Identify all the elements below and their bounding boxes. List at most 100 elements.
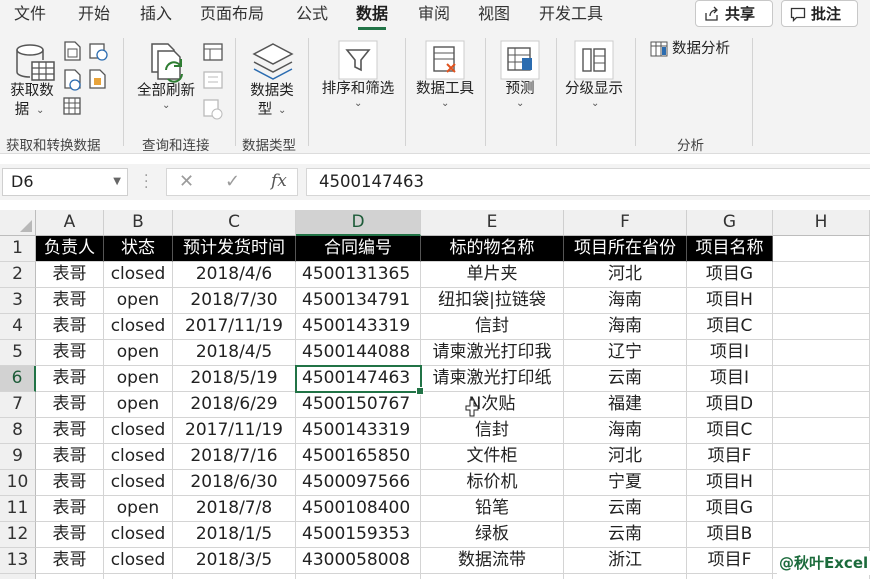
table-cell[interactable]: 2018/7/8 xyxy=(173,496,296,522)
column-header-a[interactable]: A xyxy=(36,210,104,236)
empty-cell[interactable] xyxy=(773,288,870,314)
table-cell[interactable]: 信封 xyxy=(421,314,564,340)
column-header-e[interactable]: E xyxy=(421,210,564,236)
table-cell[interactable]: 4500134791 xyxy=(296,288,421,314)
data-analysis-icon[interactable] xyxy=(650,41,668,57)
header-cell[interactable]: 项目所在省份 xyxy=(564,236,687,262)
table-cell[interactable]: 绿板 xyxy=(421,522,564,548)
empty-cell[interactable] xyxy=(36,574,104,579)
row-header[interactable]: 13 xyxy=(0,548,36,574)
refresh-all-label[interactable]: 全部刷新 xyxy=(134,82,198,101)
tab-review[interactable]: 审阅 xyxy=(418,3,450,27)
table-cell[interactable]: 2017/11/19 xyxy=(173,314,296,340)
get-data-icon[interactable] xyxy=(12,42,56,82)
name-box[interactable]: D6 ▼ xyxy=(2,168,128,196)
empty-cell[interactable] xyxy=(773,366,870,392)
table-cell[interactable]: 海南 xyxy=(564,418,687,444)
table-cell[interactable]: 项目H xyxy=(687,288,773,314)
header-cell[interactable]: 预计发货时间 xyxy=(173,236,296,262)
column-header-g[interactable]: G xyxy=(687,210,773,236)
row-header[interactable]: 7 xyxy=(0,392,36,418)
table-cell[interactable]: 2018/1/5 xyxy=(173,522,296,548)
formula-input[interactable]: 4500147463 xyxy=(306,168,870,196)
tab-page-layout[interactable]: 页面布局 xyxy=(200,3,264,27)
table-cell[interactable]: 表哥 xyxy=(36,366,104,392)
table-cell[interactable]: 项目D xyxy=(687,392,773,418)
refresh-all-icon[interactable] xyxy=(148,42,190,84)
sort-filter-label[interactable]: 排序和筛选 xyxy=(318,80,398,99)
table-cell[interactable]: 表哥 xyxy=(36,262,104,288)
tab-insert[interactable]: 插入 xyxy=(140,3,172,27)
header-cell[interactable]: 负责人 xyxy=(36,236,104,262)
table-cell[interactable]: closed xyxy=(104,548,173,574)
forecast-icon[interactable] xyxy=(500,40,540,80)
table-cell[interactable]: 铅笔 xyxy=(421,496,564,522)
table-cell[interactable]: 项目G xyxy=(687,496,773,522)
get-data-label-1[interactable]: 获取数 xyxy=(8,82,56,101)
insert-function-button[interactable]: fx xyxy=(271,171,287,191)
row-header[interactable]: 4 xyxy=(0,314,36,340)
table-cell[interactable]: open xyxy=(104,340,173,366)
empty-cell[interactable] xyxy=(773,340,870,366)
header-cell[interactable]: 状态 xyxy=(104,236,173,262)
table-cell[interactable]: 4500159353 xyxy=(296,522,421,548)
table-cell[interactable]: 表哥 xyxy=(36,392,104,418)
empty-cell[interactable] xyxy=(687,574,773,579)
column-header-f[interactable]: F xyxy=(564,210,687,236)
table-cell[interactable]: 福建 xyxy=(564,392,687,418)
table-cell[interactable]: 4500144088 xyxy=(296,340,421,366)
table-cell[interactable]: open xyxy=(104,392,173,418)
table-cell[interactable]: 表哥 xyxy=(36,418,104,444)
table-cell[interactable]: closed xyxy=(104,418,173,444)
empty-cell[interactable] xyxy=(773,522,870,548)
forecast-label[interactable]: 预测 xyxy=(500,80,540,99)
data-tools-icon[interactable] xyxy=(425,40,465,80)
table-cell[interactable]: 辽宁 xyxy=(564,340,687,366)
table-cell[interactable]: 数据流带 xyxy=(421,548,564,574)
table-cell[interactable]: 2018/5/19 xyxy=(173,366,296,392)
table-cell[interactable]: 表哥 xyxy=(36,444,104,470)
row-header[interactable]: 10 xyxy=(0,470,36,496)
table-cell[interactable]: closed xyxy=(104,444,173,470)
table-cell[interactable]: 单片夹 xyxy=(421,262,564,288)
table-cell[interactable]: 项目C xyxy=(687,314,773,340)
table-cell[interactable]: 4500143319 xyxy=(296,418,421,444)
table-cell[interactable]: 云南 xyxy=(564,522,687,548)
header-cell[interactable]: 标的物名称 xyxy=(421,236,564,262)
empty-cell[interactable] xyxy=(421,574,564,579)
select-all-button[interactable] xyxy=(0,210,36,236)
table-cell[interactable]: 4500131365 xyxy=(296,262,421,288)
table-cell[interactable]: 云南 xyxy=(564,496,687,522)
data-types-icon[interactable] xyxy=(250,42,296,82)
data-tools-label[interactable]: 数据工具 xyxy=(412,80,478,99)
table-cell[interactable]: 云南 xyxy=(564,366,687,392)
column-header-c[interactable]: C xyxy=(173,210,296,236)
column-header-d[interactable]: D xyxy=(296,210,421,236)
table-cell[interactable]: 表哥 xyxy=(36,548,104,574)
table-cell[interactable]: 请柬激光打印我 xyxy=(421,340,564,366)
outline-label[interactable]: 分级显示 xyxy=(560,80,628,99)
table-cell[interactable]: 宁夏 xyxy=(564,470,687,496)
row-header[interactable]: 11 xyxy=(0,496,36,522)
row-header[interactable]: 12 xyxy=(0,522,36,548)
empty-cell[interactable] xyxy=(773,418,870,444)
column-header-h[interactable]: H xyxy=(773,210,870,236)
table-cell[interactable]: 2018/4/5 xyxy=(173,340,296,366)
filter-icon[interactable] xyxy=(338,40,378,80)
table-cell[interactable]: closed xyxy=(104,522,173,548)
empty-cell[interactable] xyxy=(773,262,870,288)
chevron-down-icon[interactable]: ▼ xyxy=(113,169,121,195)
table-cell[interactable]: 4500150767 xyxy=(296,392,421,418)
table-cell[interactable]: 项目G xyxy=(687,262,773,288)
data-types-label-2[interactable]: 型 xyxy=(256,101,274,120)
table-cell[interactable]: 表哥 xyxy=(36,340,104,366)
table-cell[interactable]: 表哥 xyxy=(36,522,104,548)
table-cell[interactable]: 项目C xyxy=(687,418,773,444)
table-cell[interactable]: 请柬激光打印纸 xyxy=(421,366,564,392)
table-cell[interactable]: 2018/3/5 xyxy=(173,548,296,574)
table-cell[interactable]: closed xyxy=(104,314,173,340)
table-cell[interactable]: 表哥 xyxy=(36,496,104,522)
outline-icon[interactable] xyxy=(574,40,614,80)
tab-formulas[interactable]: 公式 xyxy=(296,3,328,27)
table-cell[interactable]: 项目H xyxy=(687,470,773,496)
